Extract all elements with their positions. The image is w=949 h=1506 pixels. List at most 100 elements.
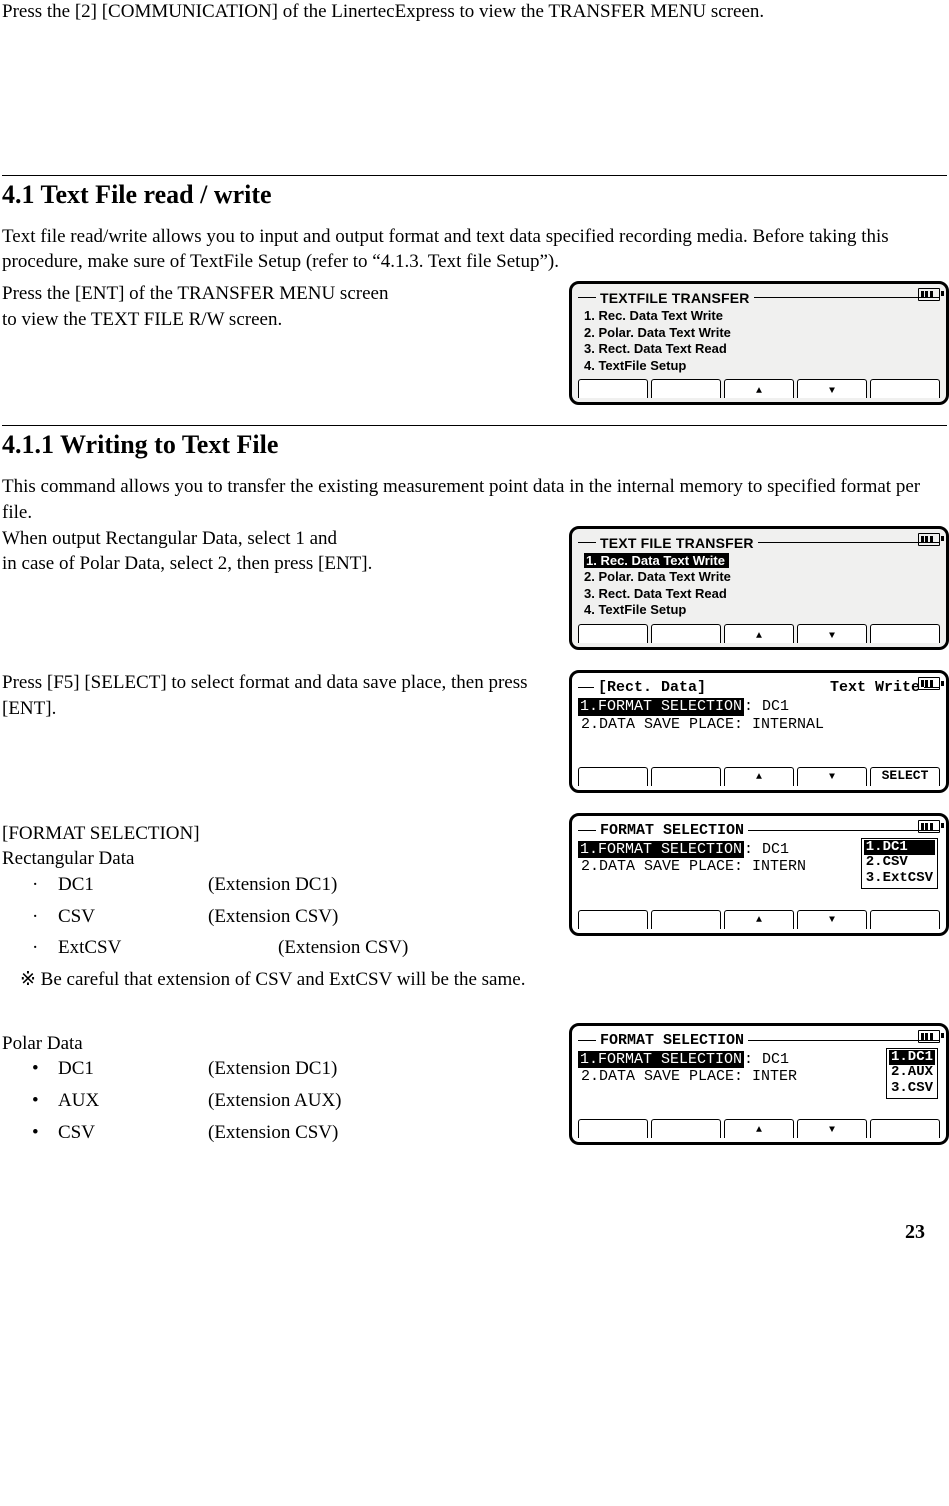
rect-data-heading: Rectangular Data xyxy=(2,846,551,872)
lcd-textfile-transfer-selected: TEXT FILE TRANSFER 1. Rec. Data Text Wri… xyxy=(569,526,949,650)
battery-icon xyxy=(918,677,940,690)
menu-item-1-selected[interactable]: 1. Rec. Data Text Write xyxy=(584,553,729,569)
softkey-f5[interactable] xyxy=(870,910,940,929)
menu-item-3[interactable]: 3. Rect. Data Text Read xyxy=(584,586,940,602)
arrow-up-icon xyxy=(756,627,762,642)
softkey-f5[interactable] xyxy=(870,379,940,398)
menu-item-4[interactable]: 4. TextFile Setup xyxy=(584,602,940,618)
lcd-format-selection-polar: FORMAT SELECTION 1.FORMAT SELECTION : DC… xyxy=(569,1023,949,1146)
popup-item-1[interactable]: 1.DC1 xyxy=(889,1050,935,1066)
row1-value: : DC1 xyxy=(744,698,789,715)
softkey-select[interactable]: SELECT xyxy=(870,767,940,786)
softkey-f2[interactable] xyxy=(651,379,721,398)
softkey-f5[interactable] xyxy=(870,624,940,643)
row2-label[interactable]: 2.DATA SAVE PLACE xyxy=(578,858,734,875)
battery-icon xyxy=(918,288,940,301)
lcd-title: TEXT FILE TRANSFER xyxy=(600,535,754,551)
arrow-down-icon xyxy=(829,382,835,397)
softkey-f1[interactable] xyxy=(578,767,648,786)
polar-item-2: • AUX (Extension AUX) xyxy=(32,1088,551,1114)
sec41-p2a: Press the [ENT] of the TRANSFER MENU scr… xyxy=(2,281,551,307)
section-rule xyxy=(2,175,947,176)
arrow-up-icon xyxy=(756,382,762,397)
popup-item-3[interactable]: 3.CSV xyxy=(889,1081,935,1097)
polar-item-3: • CSV (Extension CSV) xyxy=(32,1120,551,1146)
softkey-down[interactable] xyxy=(797,767,867,786)
arrow-up-icon xyxy=(756,1122,762,1137)
arrow-up-icon xyxy=(756,769,762,784)
lcd-rect-data-text-write: [Rect. Data] Text Write 1.FORMAT SELECTI… xyxy=(569,670,949,793)
rect-item-3: · ExtCSV (Extension CSV) xyxy=(32,935,551,961)
row2-value: : INTER xyxy=(734,1068,797,1085)
menu-item-1[interactable]: 1. Rec. Data Text Write xyxy=(584,308,940,324)
polar-data-heading: Polar Data xyxy=(2,1031,551,1057)
softkey-f2[interactable] xyxy=(651,910,721,929)
popup-item-2[interactable]: 2.CSV xyxy=(864,855,935,871)
heading-4-1-1: 4.1.1 Writing to Text File xyxy=(2,430,949,460)
sec41-p1: Text file read/write allows you to input… xyxy=(2,224,943,275)
row2-label[interactable]: 2.DATA SAVE PLACE xyxy=(578,716,734,733)
softkey-down[interactable] xyxy=(797,379,867,398)
lcd-title-left: [Rect. Data] xyxy=(598,679,706,696)
page-number: 23 xyxy=(0,1171,949,1254)
softkey-down[interactable] xyxy=(797,910,867,929)
arrow-down-icon xyxy=(829,1122,835,1137)
format-popup: 1.DC1 2.CSV 3.ExtCSV xyxy=(861,838,938,889)
arrow-down-icon xyxy=(829,627,835,642)
row1-value: : DC1 xyxy=(744,841,789,858)
polar-item-1: • DC1 (Extension DC1) xyxy=(32,1056,551,1082)
lcd-title-right: Text Write xyxy=(830,679,920,696)
heading-4-1: 4.1 Text File read / write xyxy=(2,180,949,210)
softkey-up[interactable] xyxy=(724,1119,794,1138)
softkey-down[interactable] xyxy=(797,624,867,643)
arrow-up-icon xyxy=(756,912,762,927)
rect-item-2: · CSV (Extension CSV) xyxy=(32,904,551,930)
softkey-f5[interactable] xyxy=(870,1119,940,1138)
lcd-title: FORMAT SELECTION xyxy=(600,1032,744,1049)
arrow-down-icon xyxy=(829,769,835,784)
intro-paragraph: Press the [2] [COMMUNICATION] of the Lin… xyxy=(2,0,943,25)
battery-icon xyxy=(918,533,940,546)
softkey-f1[interactable] xyxy=(578,624,648,643)
lcd-textfile-transfer: TEXTFILE TRANSFER 1. Rec. Data Text Writ… xyxy=(569,281,949,405)
row1-label[interactable]: 1.FORMAT SELECTION xyxy=(578,1051,744,1068)
menu-item-3[interactable]: 3. Rect. Data Text Read xyxy=(584,341,940,357)
sec411-p1: This command allows you to transfer the … xyxy=(2,474,943,525)
softkey-up[interactable] xyxy=(724,910,794,929)
sec411-p3: Press [F5] [SELECT] to select format and… xyxy=(2,670,551,721)
battery-icon xyxy=(918,1030,940,1043)
menu-item-2[interactable]: 2. Polar. Data Text Write xyxy=(584,569,940,585)
format-selection-heading: [FORMAT SELECTION] xyxy=(2,821,551,847)
sec411-p2b: in case of Polar Data, select 2, then pr… xyxy=(2,551,551,577)
csv-note: ※ Be careful that extension of CSV and E… xyxy=(20,967,551,993)
row1-label[interactable]: 1.FORMAT SELECTION xyxy=(578,698,744,715)
menu-item-2[interactable]: 2. Polar. Data Text Write xyxy=(584,325,940,341)
menu-item-4[interactable]: 4. TextFile Setup xyxy=(584,358,940,374)
popup-item-2[interactable]: 2.AUX xyxy=(889,1065,935,1081)
lcd-format-selection-rect: FORMAT SELECTION 1.FORMAT SELECTION : DC… xyxy=(569,813,949,936)
sec411-p2a: When output Rectangular Data, select 1 a… xyxy=(2,526,551,552)
softkey-f1[interactable] xyxy=(578,379,648,398)
lcd-title: FORMAT SELECTION xyxy=(600,822,744,839)
row1-label[interactable]: 1.FORMAT SELECTION xyxy=(578,841,744,858)
softkey-up[interactable] xyxy=(724,379,794,398)
row2-value: : INTERN xyxy=(734,858,806,875)
softkey-up[interactable] xyxy=(724,767,794,786)
battery-icon xyxy=(918,820,940,833)
softkey-f1[interactable] xyxy=(578,910,648,929)
softkey-f2[interactable] xyxy=(651,1119,721,1138)
row1-value: : DC1 xyxy=(744,1051,789,1068)
popup-item-3[interactable]: 3.ExtCSV xyxy=(864,871,935,887)
rect-item-1: · DC1 (Extension DC1) xyxy=(32,872,551,898)
softkey-down[interactable] xyxy=(797,1119,867,1138)
softkey-f1[interactable] xyxy=(578,1119,648,1138)
softkey-f2[interactable] xyxy=(651,624,721,643)
sec41-p2b: to view the TEXT FILE R/W screen. xyxy=(2,307,551,333)
lcd-title: TEXTFILE TRANSFER xyxy=(600,290,750,306)
row2-label[interactable]: 2.DATA SAVE PLACE xyxy=(578,1068,734,1085)
softkey-f2[interactable] xyxy=(651,767,721,786)
softkey-up[interactable] xyxy=(724,624,794,643)
section-rule-2 xyxy=(2,425,947,426)
popup-item-1[interactable]: 1.DC1 xyxy=(864,840,935,856)
row2-value: : INTERNAL xyxy=(734,716,824,733)
